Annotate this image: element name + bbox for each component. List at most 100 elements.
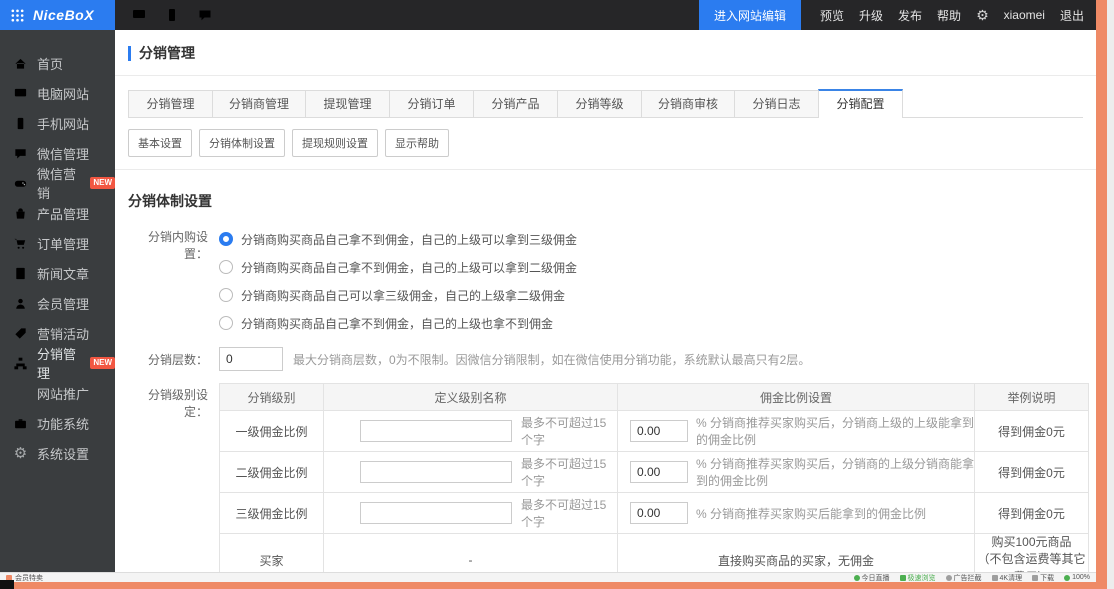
radio-icon[interactable] (219, 260, 233, 274)
overlay-orange-bar (8, 582, 1096, 589)
mobile-icon[interactable] (164, 7, 180, 23)
sidebar-item-member-manage[interactable]: 会员管理 (0, 288, 115, 318)
level3-rate-input[interactable] (630, 502, 688, 524)
sidebar-item-function-system[interactable]: 功能系统 (0, 408, 115, 438)
radio-label: 分销商购买商品自己拿不到佣金，自己的上级也拿不到佣金 (241, 315, 553, 332)
col-header-rate: 佣金比例设置 (618, 384, 975, 411)
table-row: 二级佣金比例 最多不可超过15个字 % 分销商推荐买家购买后，分销商的上级分销商… (220, 452, 1089, 493)
enter-site-editor-button[interactable]: 进入网站编辑 (699, 0, 801, 30)
radio-icon[interactable] (219, 316, 233, 330)
system-settings-button[interactable]: 分销体制设置 (199, 129, 285, 157)
tab-distribution-logs[interactable]: 分销日志 (734, 90, 819, 117)
radio-option[interactable]: 分销商购买商品自己拿不到佣金，自己的上级可以拿到三级佣金 (219, 225, 577, 253)
sidebar-item-wechat-marketing[interactable]: 微信营销 NEW (0, 168, 115, 198)
zoom-icon (1064, 575, 1070, 581)
radio-option[interactable]: 分销商购买商品自己拿不到佣金，自己的上级可以拿到二级佣金 (219, 253, 577, 281)
status-item-label: 下载 (1040, 573, 1054, 583)
tab-distributor-review[interactable]: 分销商审核 (641, 90, 735, 117)
show-help-button[interactable]: 显示帮助 (385, 129, 449, 157)
browser-statusbar: 会员特卖 今日直播 极速浏览 广告拦截 4K清理 下载 100% (0, 572, 1096, 582)
status-item-label: 今日直播 (862, 573, 890, 583)
levels-row: 分销层数： 最大分销商层数，0为不限制。因微信分销限制，如在微信使用分销功能，系… (128, 347, 1096, 371)
sidebar-item-label: 会员管理 (37, 294, 89, 313)
tab-distribution-levels[interactable]: 分销等级 (557, 90, 642, 117)
radio-icon[interactable] (219, 288, 233, 302)
desktop-icon[interactable] (131, 7, 147, 23)
levels-label: 分销层数： (128, 351, 208, 368)
sidebar-item-pc-site[interactable]: 电脑网站 (0, 78, 115, 108)
withdraw-rules-button[interactable]: 提现规则设置 (292, 129, 378, 157)
sidebar-item-distribution-manage[interactable]: 分销管理 NEW (0, 348, 115, 378)
status-item-label: 4K清理 (1000, 573, 1023, 583)
level1-name-input[interactable] (360, 420, 512, 442)
radio-label: 分销商购买商品自己可以拿三级佣金，自己的上级拿二级佣金 (241, 287, 565, 304)
level1-rate-input[interactable] (630, 420, 688, 442)
sidebar: 首页 电脑网站 手机网站 微信管理 微信营销 NEW 产品管理 订单管理 (0, 30, 115, 572)
radio-selected-icon[interactable] (219, 232, 233, 246)
rate-note: % 分销商推荐买家购买后能拿到的佣金比例 (696, 505, 926, 522)
status-item-live[interactable]: 今日直播 (854, 573, 890, 583)
wechat-icon[interactable] (197, 7, 213, 23)
tab-distribution-manage[interactable]: 分销管理 (128, 90, 213, 117)
level3-name-input[interactable] (360, 502, 512, 524)
radio-label: 分销商购买商品自己拿不到佣金，自己的上级可以拿到三级佣金 (241, 231, 577, 248)
sidebar-item-home[interactable]: 首页 (0, 48, 115, 78)
sidebar-item-label: 新闻文章 (37, 264, 89, 283)
preview-link[interactable]: 预览 (820, 7, 844, 24)
status-item-label: 极速浏览 (908, 573, 936, 583)
tab-distributor-manage[interactable]: 分销商管理 (212, 90, 306, 117)
sidebar-item-news[interactable]: 新闻文章 (0, 258, 115, 288)
col-header-example: 举例说明 (975, 384, 1089, 411)
sidebar-item-label: 订单管理 (37, 234, 89, 253)
sidebar-item-site-promotion[interactable]: 网站推广 (0, 378, 115, 408)
example-cell: 得到佣金0元 (975, 493, 1089, 534)
sidebar-item-order-manage[interactable]: 订单管理 (0, 228, 115, 258)
sidebar-item-product-manage[interactable]: 产品管理 (0, 198, 115, 228)
tab-distribution-products[interactable]: 分销产品 (473, 90, 558, 117)
help-link[interactable]: 帮助 (937, 7, 961, 24)
rate-note: % 分销商推荐买家购买后，分销商的上级分销商能拿到的佣金比例 (696, 455, 974, 489)
browse-icon (900, 575, 906, 581)
username[interactable]: xiaomei (1004, 8, 1045, 22)
basic-settings-button[interactable]: 基本设置 (128, 129, 192, 157)
publish-link[interactable]: 发布 (898, 7, 922, 24)
home-icon (13, 56, 28, 71)
status-item-zoom[interactable]: 100% (1064, 574, 1090, 581)
radio-option[interactable]: 分销商购买商品自己拿不到佣金，自己的上级也拿不到佣金 (219, 309, 577, 337)
device-switcher (131, 7, 213, 23)
status-item-label: 100% (1072, 574, 1090, 581)
sidebar-item-label: 电脑网站 (37, 84, 89, 103)
level-table-label: 分销级别设定： (128, 383, 208, 572)
name-note: 最多不可超过15个字 (521, 455, 617, 489)
example-cell: 得到佣金0元 (975, 411, 1089, 452)
sidebar-item-system-settings[interactable]: ⚙ 系统设置 (0, 438, 115, 468)
radio-label: 分销商购买商品自己拿不到佣金，自己的上级可以拿到二级佣金 (241, 259, 577, 276)
tab-distribution-orders[interactable]: 分销订单 (389, 90, 474, 117)
level-table-row: 分销级别设定： 分销级别 定义级别名称 佣金比例设置 举例说明 一级佣金比例 (128, 383, 1096, 572)
buyer-example-line1: 购买100元商品 (975, 534, 1088, 551)
status-item-browse[interactable]: 极速浏览 (900, 573, 936, 583)
level2-name-input[interactable] (360, 461, 512, 483)
tab-distribution-config[interactable]: 分销配置 (818, 89, 903, 118)
download-icon (1032, 575, 1038, 581)
status-item-download[interactable]: 下载 (1032, 573, 1054, 583)
levels-input[interactable] (219, 347, 283, 371)
upgrade-link[interactable]: 升级 (859, 7, 883, 24)
tab-withdraw-manage[interactable]: 提现管理 (305, 90, 390, 117)
sidebar-item-mobile-site[interactable]: 手机网站 (0, 108, 115, 138)
logo-text: NiceBoX (33, 7, 94, 23)
status-item-clean[interactable]: 4K清理 (992, 573, 1023, 583)
logo-block[interactable]: NiceBoX (0, 0, 115, 30)
document-icon (13, 266, 28, 281)
statusbar-left-label: 会员特卖 (15, 573, 43, 583)
divider (115, 169, 1096, 170)
settings-gear-icon[interactable]: ⚙ (976, 7, 989, 24)
name-note: 最多不可超过15个字 (521, 414, 617, 448)
status-item-adblock[interactable]: 广告拦截 (946, 573, 982, 583)
level2-rate-input[interactable] (630, 461, 688, 483)
radio-option[interactable]: 分销商购买商品自己可以拿三级佣金，自己的上级拿二级佣金 (219, 281, 577, 309)
status-item-label: 广告拦截 (954, 573, 982, 583)
logout-link[interactable]: 退出 (1060, 7, 1084, 24)
buyer-desc-cell: 直接购买商品的买家，无佣金 (618, 534, 975, 573)
title-accent-bar (128, 46, 131, 61)
